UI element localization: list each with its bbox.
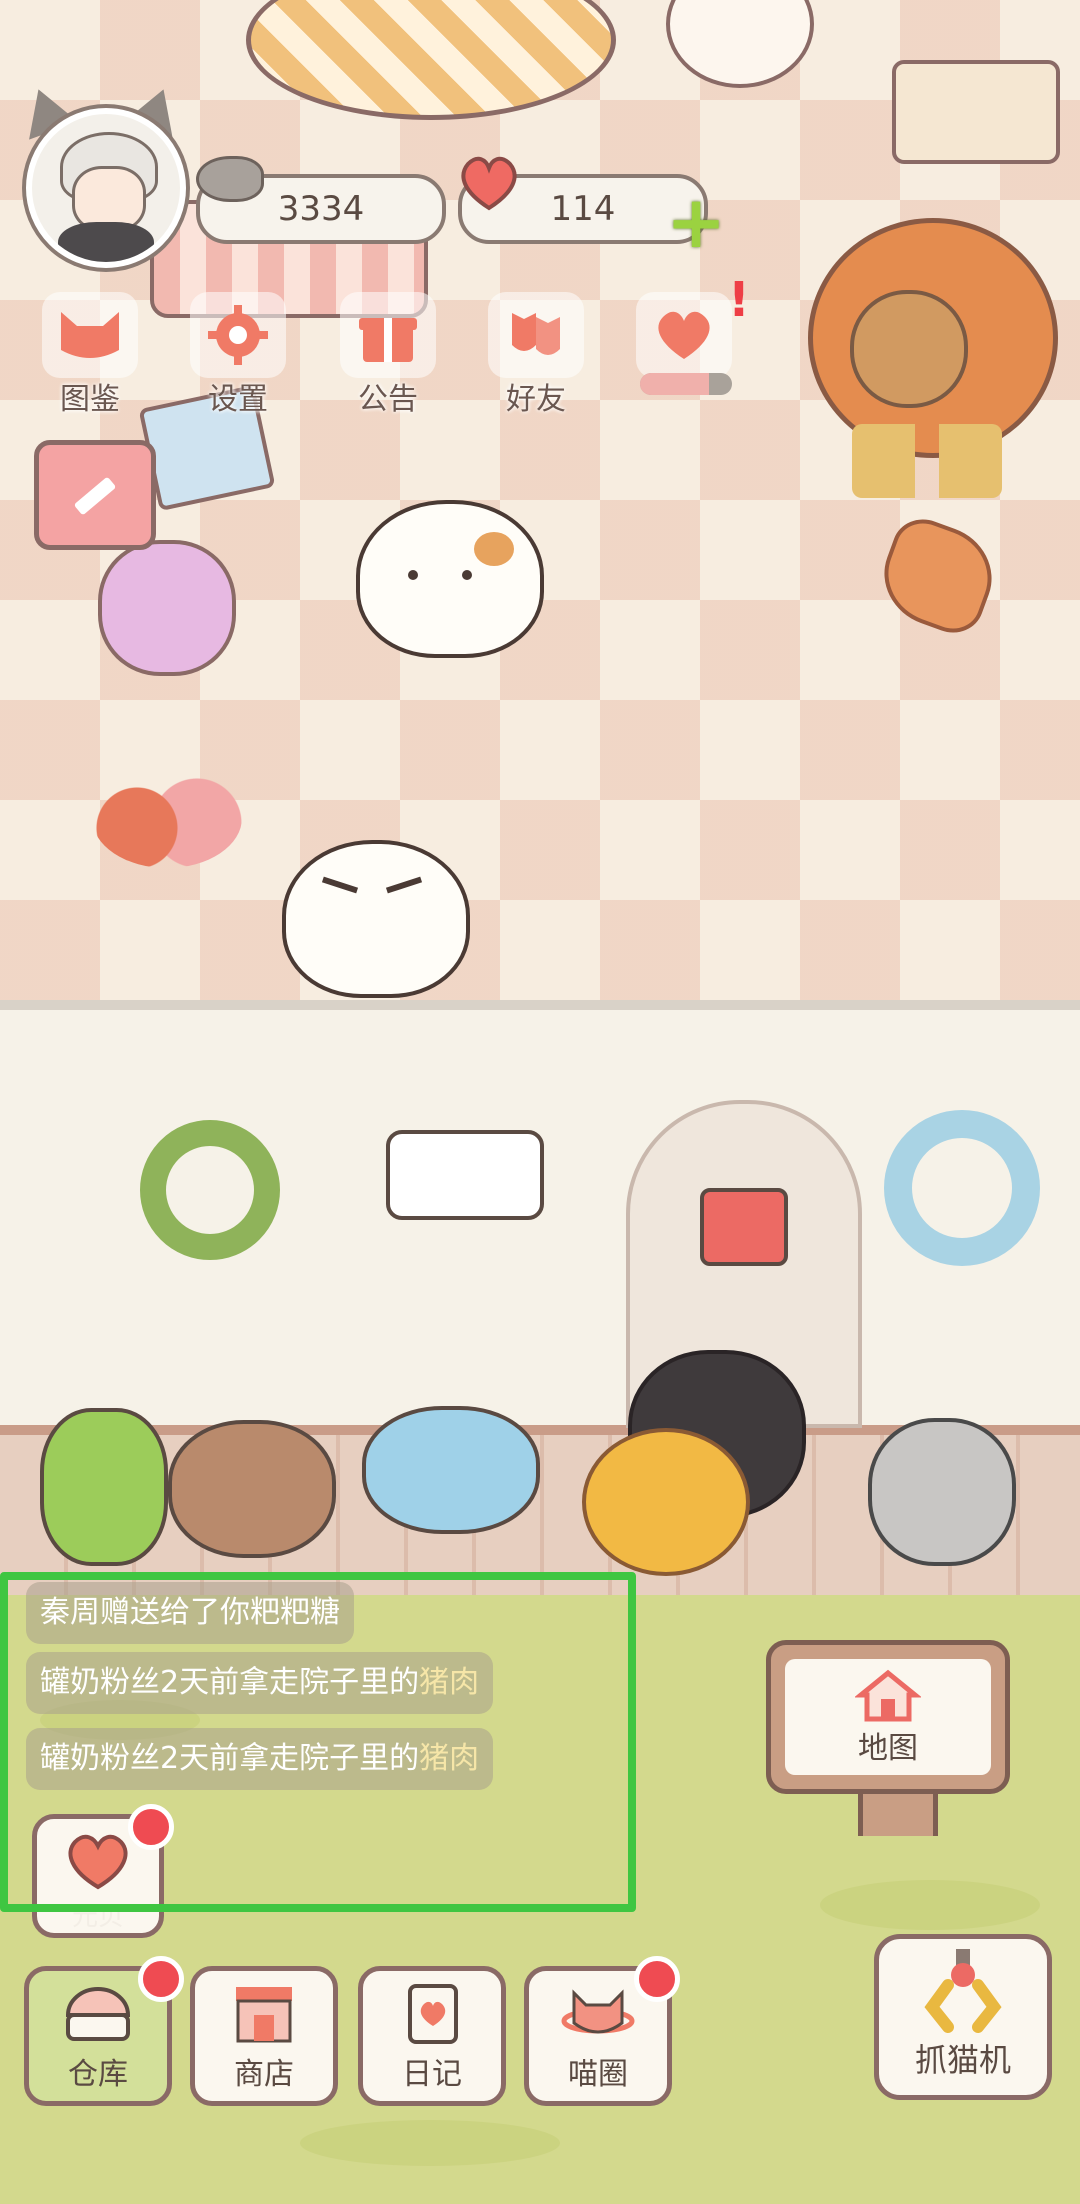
capybara-plush[interactable]: [168, 1420, 336, 1558]
yellow-boots: [852, 424, 1002, 498]
calico-cat-sitting[interactable]: [356, 480, 556, 680]
notification-badge: [138, 1956, 184, 2002]
warehouse-icon: [58, 1983, 138, 2045]
map-label: 地图: [858, 1731, 918, 1766]
progress-fill: [640, 373, 709, 395]
pink-bear-plush: [98, 540, 236, 676]
lion-plush[interactable]: [582, 1428, 750, 1576]
warehouse-label: 仓库: [68, 2057, 128, 2092]
house-icon: [855, 1669, 921, 1722]
fish-icon: [196, 156, 264, 202]
yarn-balls: [92, 768, 242, 868]
diary-label: 日记: [402, 2057, 462, 2092]
snow-wreath: [884, 1110, 1040, 1266]
edit-button[interactable]: [34, 440, 156, 550]
frog-plush[interactable]: [40, 1408, 168, 1566]
friends-icon: [488, 292, 584, 378]
menu-label: 图鉴: [60, 382, 120, 417]
menu-label: 设置: [208, 382, 268, 417]
grumpy-cat-sitting[interactable]: [282, 830, 482, 1010]
meow-circle-label: 喵圈: [568, 2057, 628, 2092]
map-button[interactable]: 地图: [766, 1640, 1010, 1794]
claw-machine-button[interactable]: 抓猫机: [874, 1934, 1052, 2100]
gift-icon: [340, 292, 436, 378]
christmas-wreath: [140, 1120, 280, 1260]
menu-label: 好友: [506, 382, 566, 417]
menu-announcement[interactable]: 公告: [328, 292, 448, 418]
player-avatar[interactable]: [26, 108, 186, 268]
toy-box: [892, 60, 1060, 164]
add-hearts-button[interactable]: +: [664, 186, 728, 258]
menu-cat-dex[interactable]: 图鉴: [30, 292, 150, 418]
gear-icon: [190, 292, 286, 378]
grass-patch: [300, 2120, 560, 2166]
pencil-icon: [74, 477, 116, 515]
elephant-plush[interactable]: [362, 1406, 540, 1534]
friend-progress-bar: [640, 373, 732, 395]
shop-label: 商店: [234, 2057, 294, 2092]
room-edge: [0, 1000, 1080, 1010]
grass-patch: [820, 1880, 1040, 1930]
diary-button[interactable]: 日记: [358, 1966, 506, 2106]
koinobori-chime: [700, 1188, 788, 1266]
highlight-box: [0, 1572, 636, 1912]
heart-coin-icon: [461, 156, 517, 211]
heart-hands-icon: [636, 292, 732, 378]
raccoon-plush[interactable]: [868, 1418, 1016, 1566]
claw-icon: [924, 1949, 1002, 2033]
menu-settings[interactable]: 设置: [178, 292, 298, 418]
menu-heart-hands[interactable]: [624, 292, 744, 378]
reindeer-sign: [386, 1130, 544, 1220]
map-sign-post: [858, 1794, 938, 1836]
cat-planet-icon: [558, 1983, 638, 2045]
notification-exclamation: !: [728, 272, 750, 328]
menu-friends[interactable]: 好友: [476, 292, 596, 418]
claw-machine-label: 抓猫机: [914, 2041, 1011, 2079]
menu-label: 公告: [358, 382, 418, 417]
diary-icon: [392, 1983, 472, 2045]
fish-count: 3334: [277, 189, 365, 229]
shop-icon: [224, 1983, 304, 2045]
heart-count: 114: [550, 189, 616, 229]
cat-face-icon: [42, 292, 138, 378]
notification-badge: [634, 1956, 680, 2002]
shop-button[interactable]: 商店: [190, 1966, 338, 2106]
orange-costume-face: [850, 290, 968, 408]
